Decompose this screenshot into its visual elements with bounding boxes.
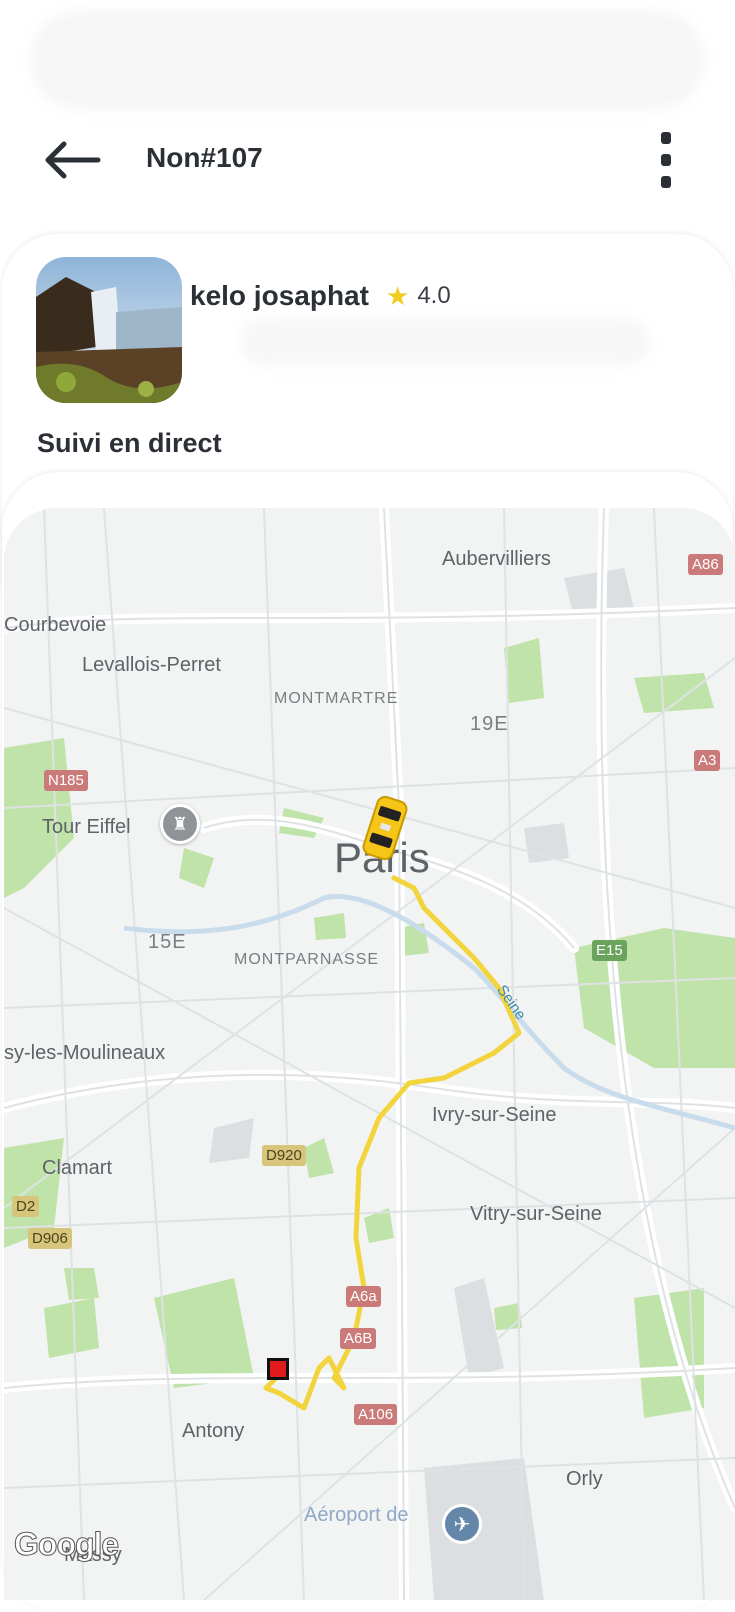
section-title: Suivi en direct bbox=[37, 428, 222, 458]
map-label-montmartre: MONTMARTRE bbox=[274, 690, 399, 707]
road-shield-d920: D920 bbox=[262, 1145, 306, 1166]
more-options-button[interactable] bbox=[648, 132, 684, 192]
road-shield-d2: D2 bbox=[12, 1196, 40, 1217]
airport-icon[interactable]: ✈ bbox=[442, 1504, 482, 1544]
driver-name: kelo josaphat bbox=[190, 280, 369, 311]
map-label-issy: sy-les-Moulineaux bbox=[4, 1042, 166, 1064]
more-vertical-icon-dot bbox=[661, 154, 671, 166]
back-button[interactable] bbox=[40, 138, 104, 182]
road-shield-n185: N185 bbox=[44, 770, 88, 791]
map-label-antony: Antony bbox=[182, 1420, 245, 1442]
page-title: Non#107 bbox=[146, 142, 263, 173]
road-shield-a106: A106 bbox=[354, 1404, 398, 1425]
road-shield-a6b: A6B bbox=[340, 1328, 377, 1349]
status-bar-blurred bbox=[30, 10, 705, 110]
road-shield-d906: D906 bbox=[28, 1228, 72, 1249]
map-label-aubervilliers: Aubervilliers bbox=[442, 548, 551, 570]
more-vertical-icon bbox=[661, 132, 671, 144]
map-label-ivry: Ivry-sur-Seine bbox=[432, 1104, 557, 1126]
map-label-tour-eiffel: Tour Eiffel bbox=[42, 816, 131, 838]
map-label-vitry: Vitry-sur-Seine bbox=[470, 1203, 602, 1225]
road-shield-e15: E15 bbox=[592, 940, 627, 961]
destination-marker-icon bbox=[267, 1358, 289, 1380]
road-shield-a3: A3 bbox=[694, 750, 721, 771]
driver-subtitle-blurred bbox=[240, 318, 650, 366]
arrow-left-icon bbox=[45, 141, 101, 179]
road-shield-a6a: A6a bbox=[346, 1286, 381, 1307]
landmark-icon[interactable]: ♜ bbox=[160, 804, 200, 844]
map-label-aeroport: Aéroport de bbox=[304, 1504, 409, 1526]
road-shield-a86: A86 bbox=[688, 554, 723, 575]
live-tracking-map[interactable]: Aubervilliers Courbevoie Levallois-Perre… bbox=[4, 508, 735, 1600]
star-icon: ★ bbox=[386, 281, 410, 311]
map-label-clamart: Clamart bbox=[42, 1157, 113, 1179]
google-attribution: Google bbox=[13, 1526, 119, 1563]
driver-avatar[interactable] bbox=[36, 257, 182, 403]
rating-value: 4.0 bbox=[417, 282, 451, 309]
map-label-montparnasse: MONTPARNASSE bbox=[234, 951, 380, 968]
more-vertical-icon-dot bbox=[661, 176, 671, 188]
map-label-15e: 15E bbox=[148, 931, 187, 953]
map-label-levallois: Levallois-Perret bbox=[82, 654, 221, 676]
map-label-orly: Orly bbox=[566, 1468, 603, 1490]
map-label-19e: 19E bbox=[470, 713, 509, 735]
driver-rating: ★ 4.0 bbox=[386, 282, 451, 310]
map-label-courbevoie: Courbevoie bbox=[4, 614, 107, 636]
app-header: Non#107 bbox=[0, 120, 735, 200]
